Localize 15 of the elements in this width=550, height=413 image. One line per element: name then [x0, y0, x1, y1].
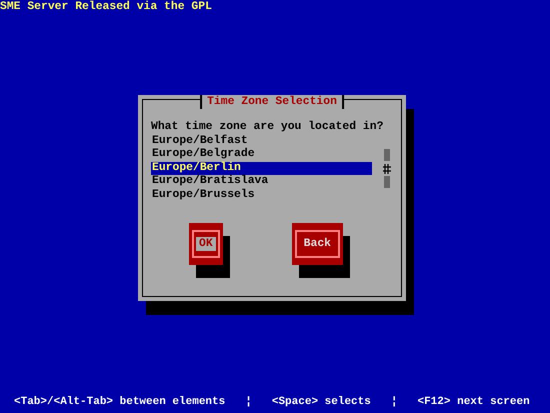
- list-item[interactable]: Europe/Berlin: [151, 162, 372, 176]
- key-hint: <Space> selects: [272, 396, 371, 408]
- separator-text: ¦: [245, 396, 252, 408]
- dialog-button[interactable]: Back: [292, 222, 344, 265]
- scrollbar-drawing[interactable]: [383, 148, 391, 190]
- dialog-title: Time Zone Selection: [200, 95, 344, 109]
- key-hint: <F12> next screen: [417, 396, 530, 408]
- list-item[interactable]: Europe/Belfast: [151, 134, 372, 148]
- list-item[interactable]: Europe/Brussels: [151, 188, 372, 203]
- list-item[interactable]: Europe/Belgrade: [151, 148, 372, 162]
- list-item[interactable]: Europe/Bratislava: [151, 175, 372, 189]
- header-title: SME Server Released via the GPL: [0, 0, 213, 14]
- separator-text: ¦: [390, 396, 398, 408]
- prompt-text: What time zone are you located in?: [151, 121, 384, 134]
- key-hint: <Tab>/<Alt-Tab> between elements: [14, 396, 226, 408]
